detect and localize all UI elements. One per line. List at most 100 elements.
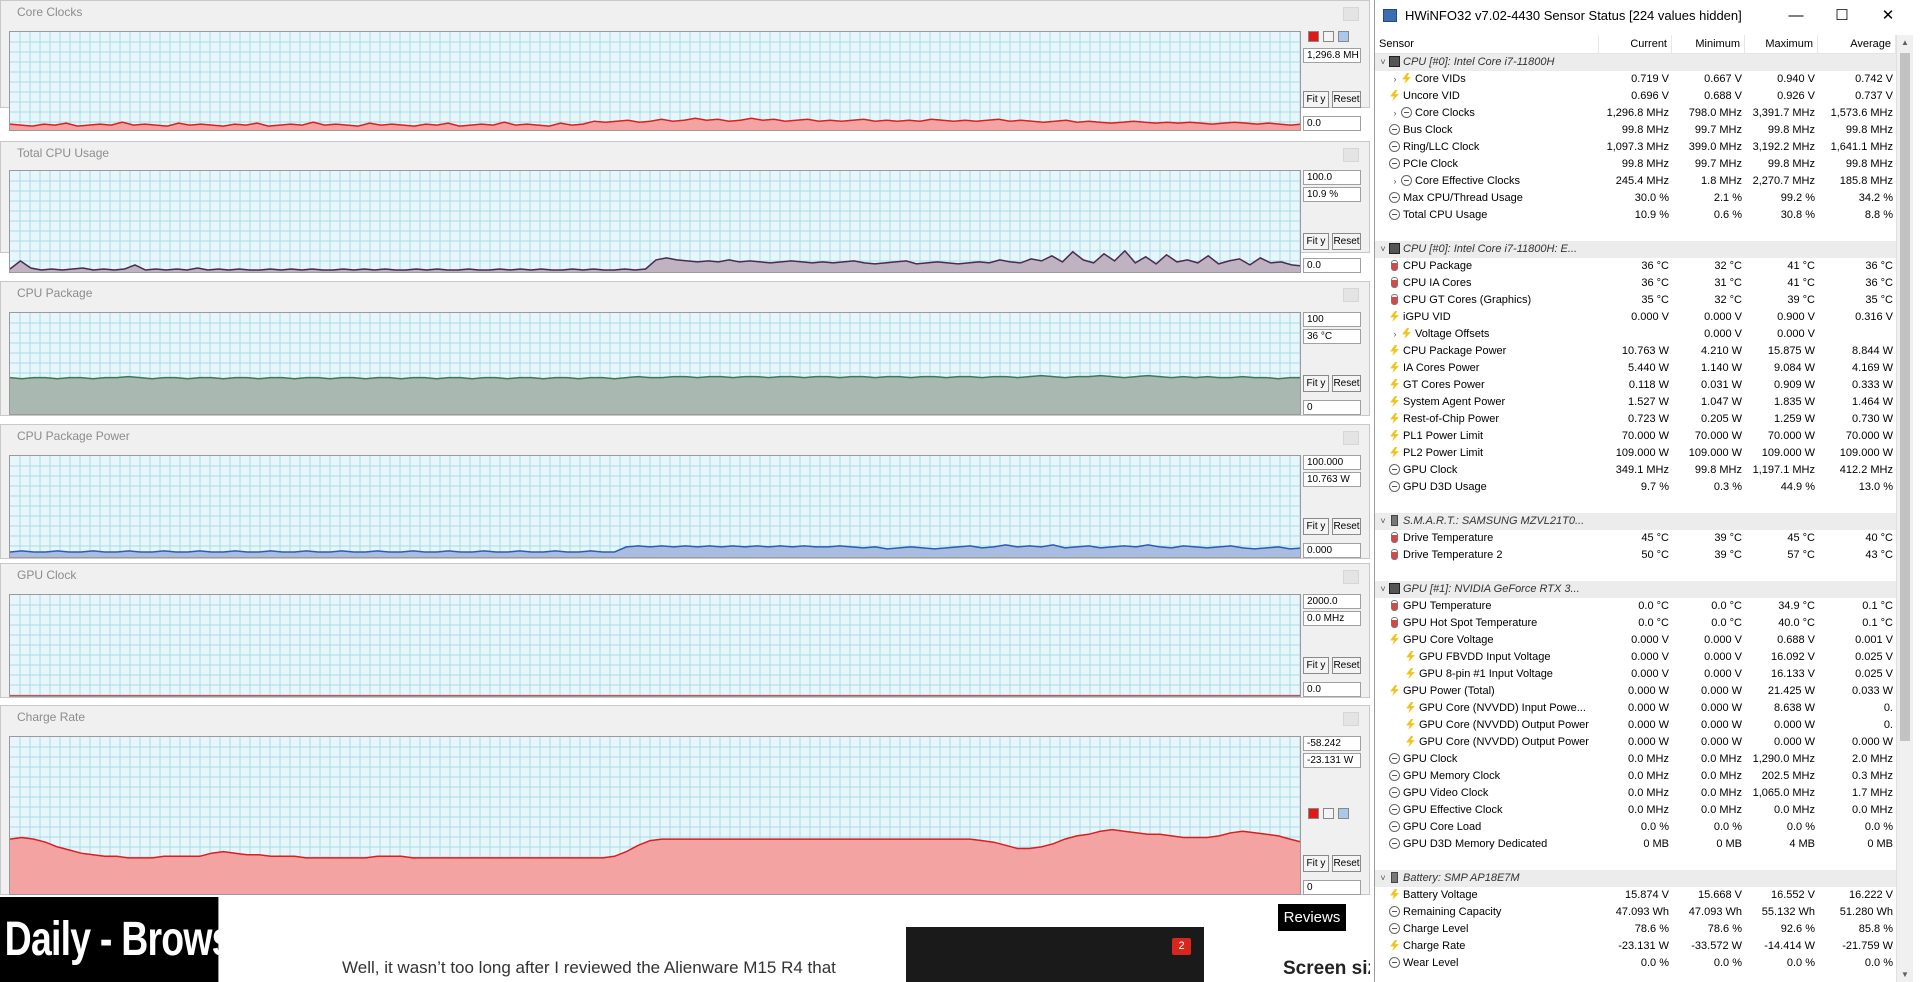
graph-window[interactable]: CPU Package Power 100.000 10.763 W 0.000 Fit… xyxy=(0,424,1370,559)
reset-button[interactable]: Reset xyxy=(1332,855,1361,872)
sensor-row[interactable]: iGPU VID 0.000 V 0.000 V 0.900 V 0.316 V xyxy=(1375,309,1896,326)
graph-close-button[interactable] xyxy=(1343,288,1359,302)
graph-close-button[interactable] xyxy=(1343,570,1359,584)
graph-close-button[interactable] xyxy=(1343,431,1359,445)
graph-close-button[interactable] xyxy=(1343,7,1359,21)
sensor-row[interactable]: Charge Rate -23.131 W -33.572 W -14.414 W -2… xyxy=(1375,938,1896,955)
hwinfo-titlebar[interactable]: HWiNFO32 v7.02-4430 Sensor Status [224 v… xyxy=(1375,0,1920,31)
sensor-row[interactable]: Charge Level 78.6 % 78.6 % 92.6 % 85.8 % xyxy=(1375,921,1896,938)
sensor-row[interactable]: GPU Power (Total) 0.000 W 0.000 W 21.425 W 0… xyxy=(1375,683,1896,700)
column-average[interactable]: Average xyxy=(1818,35,1896,54)
collapse-icon[interactable]: ˅ xyxy=(1377,54,1389,71)
collapse-icon[interactable]: ˅ xyxy=(1377,870,1389,887)
sensor-row[interactable]: Rest-of-Chip Power 0.723 W 0.205 W 1.259 W 0… xyxy=(1375,411,1896,428)
video-thumbnail[interactable] xyxy=(906,927,1204,982)
sensor-row[interactable]: Wear Level 0.0 % 0.0 % 0.0 % 0.0 % xyxy=(1375,955,1896,972)
sensor-row[interactable]: GPU FBVDD Input Voltage 0.000 V 0.000 V 16.… xyxy=(1375,649,1896,666)
sensor-row[interactable]: GPU Core Load 0.0 % 0.0 % 0.0 % 0.0 % xyxy=(1375,819,1896,836)
color-white-swatch[interactable] xyxy=(1323,31,1334,42)
expand-icon[interactable]: › xyxy=(1389,326,1401,343)
sensor-row[interactable]: GPU D3D Usage 9.7 % 0.3 % 44.9 % 13.0 % xyxy=(1375,479,1896,496)
sensor-row[interactable]: › Core Effective Clocks 245.4 MHz 1.8 MHz 2,… xyxy=(1375,173,1896,190)
collapse-icon[interactable]: ˅ xyxy=(1377,241,1389,258)
sensor-row[interactable]: Uncore VID 0.696 V 0.688 V 0.926 V 0.737 V xyxy=(1375,88,1896,105)
color-white-swatch[interactable] xyxy=(1323,808,1334,819)
scrollbar-thumb[interactable] xyxy=(1900,53,1910,741)
fit-y-button[interactable]: Fit y xyxy=(1303,855,1329,872)
sensor-row[interactable]: › Core VIDs 0.719 V 0.667 V 0.940 V 0.742 V xyxy=(1375,71,1896,88)
sensor-row[interactable]: GPU Core (NVVDD) Output Power 0.000 W 0.00… xyxy=(1375,734,1896,751)
sensor-row[interactable]: GPU Core Voltage 0.000 V 0.000 V 0.688 V 0.0… xyxy=(1375,632,1896,649)
sensor-row[interactable]: PL1 Power Limit 70.000 W 70.000 W 70.000 W 7… xyxy=(1375,428,1896,445)
sensor-group-row[interactable]: ˅ GPU [#1]: NVIDIA GeForce RTX 3... xyxy=(1375,581,1896,598)
sensor-row[interactable]: GPU D3D Memory Dedicated 0 MB 0 MB 4 MB 0 MB xyxy=(1375,836,1896,853)
column-current[interactable]: Current xyxy=(1599,35,1672,54)
expand-icon[interactable]: › xyxy=(1389,105,1401,122)
sensor-group-row[interactable]: ˅ CPU [#0]: Intel Core i7-11800H: E... xyxy=(1375,241,1896,258)
scroll-down-icon[interactable]: ▼ xyxy=(1900,970,1910,979)
expand-icon[interactable]: › xyxy=(1389,71,1401,88)
sensor-row[interactable]: Drive Temperature 45 °C 39 °C 45 °C 40 °C xyxy=(1375,530,1896,547)
graph-window[interactable]: CPU Package 100 36 °C 0 Fit y Reset xyxy=(0,281,1370,416)
sensor-row[interactable]: Remaining Capacity 47.093 Wh 47.093 Wh 55.1… xyxy=(1375,904,1896,921)
close-button[interactable]: ✕ xyxy=(1865,0,1911,31)
sensor-row[interactable]: CPU Package Power 10.763 W 4.210 W 15.875 W… xyxy=(1375,343,1896,360)
sensor-row[interactable]: CPU IA Cores 36 °C 31 °C 41 °C 36 °C xyxy=(1375,275,1896,292)
sensor-row[interactable]: GPU Memory Clock 0.0 MHz 0.0 MHz 202.5 MHz 0… xyxy=(1375,768,1896,785)
vertical-scrollbar[interactable]: ▲ ▼ xyxy=(1896,35,1913,982)
sensor-row[interactable]: IA Cores Power 5.440 W 1.140 W 9.084 W 4.169… xyxy=(1375,360,1896,377)
sensor-row[interactable]: Bus Clock 99.8 MHz 99.7 MHz 99.8 MHz 99.8 MH… xyxy=(1375,122,1896,139)
sensor-row[interactable]: GPU Effective Clock 0.0 MHz 0.0 MHz 0.0 MHz… xyxy=(1375,802,1896,819)
color-blue-swatch[interactable] xyxy=(1338,31,1349,42)
sensor-row[interactable]: GPU Hot Spot Temperature 0.0 °C 0.0 °C 40.0… xyxy=(1375,615,1896,632)
graph-window[interactable]: Total CPU Usage 100.0 10.9 % 0.0 Fit y Reset xyxy=(0,141,1370,273)
graph-window[interactable]: GPU Clock 2000.0 0.0 MHz 0.0 Fit y Reset xyxy=(0,563,1370,698)
column-maximum[interactable]: Maximum xyxy=(1745,35,1818,54)
column-sensor[interactable]: Sensor xyxy=(1375,35,1599,54)
column-minimum[interactable]: Minimum xyxy=(1672,35,1745,54)
sensor-group-row[interactable]: ˅ S.M.A.R.T.: SAMSUNG MZVL21T0... xyxy=(1375,513,1896,530)
sensor-row[interactable]: Battery Voltage 15.874 V 15.668 V 16.552 V 1… xyxy=(1375,887,1896,904)
sensor-row[interactable]: GPU Core (NVVDD) Output Power 0.000 W 0.00… xyxy=(1375,717,1896,734)
fit-y-button[interactable]: Fit y xyxy=(1303,518,1329,535)
maximize-button[interactable]: ☐ xyxy=(1819,0,1865,31)
sensor-group-row[interactable]: ˅ Battery: SMP AP18E7M xyxy=(1375,870,1896,887)
reset-button[interactable]: Reset xyxy=(1332,375,1361,392)
reset-button[interactable]: Reset xyxy=(1332,518,1361,535)
sensor-row[interactable]: CPU GT Cores (Graphics) 35 °C 32 °C 39 °C 35… xyxy=(1375,292,1896,309)
sensor-row[interactable]: Total CPU Usage 10.9 % 0.6 % 30.8 % 8.8 % xyxy=(1375,207,1896,224)
sensor-row[interactable]: GPU Temperature 0.0 °C 0.0 °C 34.9 °C 0.1 °C xyxy=(1375,598,1896,615)
collapse-icon[interactable]: ˅ xyxy=(1377,581,1389,598)
sensor-row[interactable]: › Voltage Offsets 0.000 V 0.000 V xyxy=(1375,326,1896,343)
graph-window[interactable]: Charge Rate -58.242 -23.131 W 0 Fit y Reset xyxy=(0,705,1370,895)
reset-button[interactable]: Reset xyxy=(1332,233,1361,250)
fit-y-button[interactable]: Fit y xyxy=(1303,657,1329,674)
sensor-row[interactable]: › Core Clocks 1,296.8 MHz 798.0 MHz 3,391.7 … xyxy=(1375,105,1896,122)
collapse-icon[interactable]: ˅ xyxy=(1377,513,1389,530)
sensor-row[interactable]: PCIe Clock 99.8 MHz 99.7 MHz 99.8 MHz 99.8 M… xyxy=(1375,156,1896,173)
graph-close-button[interactable] xyxy=(1343,712,1359,726)
sensor-row[interactable]: System Agent Power 1.527 W 1.047 W 1.835 W 1… xyxy=(1375,394,1896,411)
sensor-row[interactable]: GPU 8-pin #1 Input Voltage 0.000 V 0.000 V… xyxy=(1375,666,1896,683)
color-red-swatch[interactable] xyxy=(1308,808,1319,819)
sensor-row[interactable]: GPU Clock 349.1 MHz 99.8 MHz 1,197.1 MHz 412… xyxy=(1375,462,1896,479)
sensor-group-row[interactable]: ˅ CPU [#0]: Intel Core i7-11800H xyxy=(1375,54,1896,71)
sensor-row[interactable]: GT Cores Power 0.118 W 0.031 W 0.909 W 0.333… xyxy=(1375,377,1896,394)
reset-button[interactable]: Reset xyxy=(1332,657,1361,674)
sensor-row[interactable]: GPU Core (NVVDD) Input Powe... 0.000 W 0.0… xyxy=(1375,700,1896,717)
sensor-row[interactable]: CPU Package 36 °C 32 °C 41 °C 36 °C xyxy=(1375,258,1896,275)
expand-icon[interactable]: › xyxy=(1389,173,1401,190)
graph-close-button[interactable] xyxy=(1343,148,1359,162)
color-blue-swatch[interactable] xyxy=(1338,808,1349,819)
graph-window[interactable]: Core Clocks 1,296.8 MH 0.0 Fit y Reset xyxy=(0,0,1370,131)
sensor-row[interactable]: Ring/LLC Clock 1,097.3 MHz 399.0 MHz 3,192.… xyxy=(1375,139,1896,156)
sensor-row[interactable]: PL2 Power Limit 109.000 W 109.000 W 109.000… xyxy=(1375,445,1896,462)
sensor-row[interactable]: GPU Video Clock 0.0 MHz 0.0 MHz 1,065.0 MHz… xyxy=(1375,785,1896,802)
sensor-row[interactable]: Max CPU/Thread Usage 30.0 % 2.1 % 99.2 % 34.… xyxy=(1375,190,1896,207)
reviews-tab[interactable]: Reviews xyxy=(1278,904,1346,931)
scroll-up-icon[interactable]: ▲ xyxy=(1900,38,1910,47)
sensor-row[interactable]: GPU Clock 0.0 MHz 0.0 MHz 1,290.0 MHz 2.0 MH… xyxy=(1375,751,1896,768)
color-red-swatch[interactable] xyxy=(1308,31,1319,42)
reset-button[interactable]: Reset xyxy=(1332,91,1361,108)
fit-y-button[interactable]: Fit y xyxy=(1303,233,1329,250)
